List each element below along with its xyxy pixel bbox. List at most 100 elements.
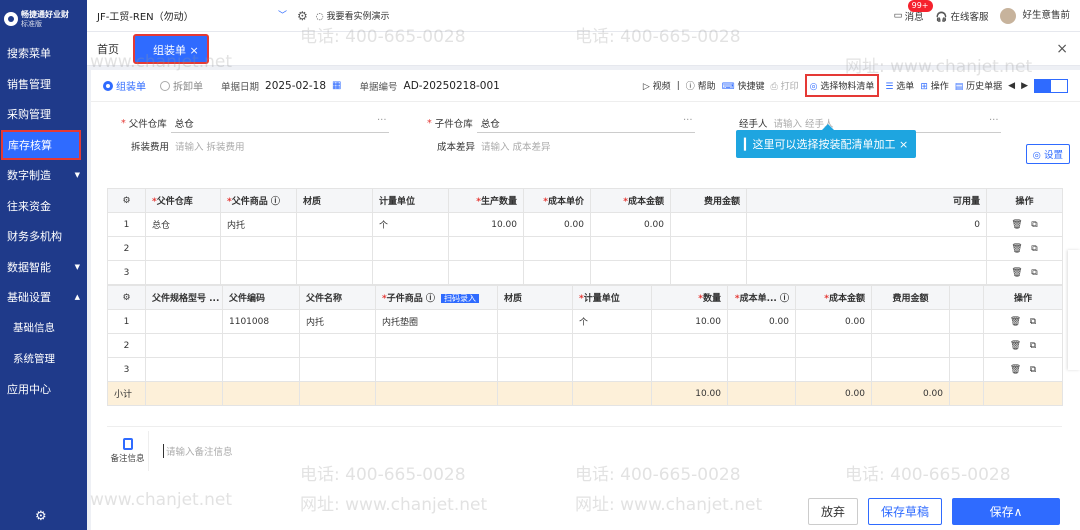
table-cell[interactable]: 0: [746, 212, 987, 237]
delete-icon[interactable]: 🗑: [1010, 365, 1021, 375]
select-bom-button[interactable]: ◎ 选择物料清单: [804, 74, 880, 97]
table-cell[interactable]: [220, 236, 297, 261]
copy-icon[interactable]: ⧉: [1030, 341, 1036, 351]
table-cell[interactable]: [299, 357, 376, 382]
tab-assembly[interactable]: 组装单 ×: [133, 33, 209, 64]
row-number[interactable]: 3: [107, 260, 146, 285]
list-view-icon[interactable]: [1035, 79, 1051, 92]
table-cell[interactable]: [448, 236, 524, 261]
table-cell[interactable]: [590, 260, 671, 285]
more-icon[interactable]: ···: [377, 115, 387, 126]
table-cell[interactable]: [670, 212, 747, 237]
next-icon[interactable]: ▶: [1021, 81, 1028, 91]
table-cell[interactable]: [572, 333, 652, 358]
table-cell[interactable]: 内托垫圈: [375, 309, 498, 334]
table-cell[interactable]: 0.00: [523, 212, 591, 237]
table-cell[interactable]: [497, 333, 573, 358]
row-number[interactable]: 1: [107, 212, 146, 237]
parent-warehouse-field[interactable]: * 父件仓库 总仓: [121, 116, 194, 131]
copy-icon[interactable]: ⧉: [1030, 317, 1036, 327]
row-number[interactable]: 2: [107, 236, 146, 261]
copy-icon[interactable]: ⧉: [1030, 365, 1036, 375]
table-cell[interactable]: [448, 260, 524, 285]
sidebar-item-10[interactable]: 系统管理: [0, 343, 87, 374]
table-cell[interactable]: [572, 381, 652, 406]
card-view-icon[interactable]: [1051, 80, 1067, 92]
table-cell[interactable]: [651, 357, 728, 382]
assemble-radio[interactable]: 组装单: [103, 78, 146, 93]
table-cell[interactable]: [670, 236, 747, 261]
video-button[interactable]: ▷ 视频: [643, 79, 671, 92]
copy-icon[interactable]: ⧉: [1031, 220, 1037, 230]
account-selector[interactable]: JF-工贸-REN（勿动） ﹀: [97, 8, 287, 23]
copy-icon[interactable]: ⧉: [1031, 244, 1037, 254]
sidebar-item-5[interactable]: 往来资金: [0, 191, 87, 222]
child-warehouse-field[interactable]: * 子件仓库 总仓: [427, 116, 500, 131]
table-cell[interactable]: 10.00: [651, 381, 728, 406]
table-cell[interactable]: [296, 212, 373, 237]
table-cell[interactable]: [871, 357, 950, 382]
service-button[interactable]: 🎧 在线客服: [936, 9, 989, 23]
shortcut-button[interactable]: ⌨ 快捷键: [722, 79, 765, 92]
table-cell[interactable]: [523, 236, 591, 261]
table-cell[interactable]: [296, 260, 373, 285]
table-cell[interactable]: [949, 309, 984, 334]
column-settings-icon[interactable]: ⚙: [107, 285, 146, 310]
demo-link[interactable]: ◌ 我要看实例演示: [316, 9, 390, 22]
row-number[interactable]: 2: [107, 333, 146, 358]
delete-icon[interactable]: 🗑: [1011, 268, 1022, 278]
table-cell[interactable]: [983, 381, 1063, 406]
sidebar-item-8[interactable]: 基础设置 ▲: [0, 282, 87, 313]
table-cell[interactable]: [497, 309, 573, 334]
print-button[interactable]: ⎙ 打印: [771, 79, 799, 92]
table-cell[interactable]: 0.00: [871, 381, 950, 406]
table-cell[interactable]: [651, 333, 728, 358]
table-cell[interactable]: [220, 260, 297, 285]
doc-no-field[interactable]: AD-20250218-001: [404, 80, 500, 92]
table-cell[interactable]: [299, 381, 376, 406]
gear-icon[interactable]: ⚙: [35, 509, 47, 524]
table-cell[interactable]: [145, 236, 221, 261]
table-cell[interactable]: [375, 381, 498, 406]
table-cell[interactable]: [375, 333, 498, 358]
table-cell[interactable]: [145, 357, 223, 382]
table-cell[interactable]: 个: [372, 212, 449, 237]
sidebar-item-2[interactable]: 采购管理: [0, 99, 87, 130]
table-cell[interactable]: [523, 260, 591, 285]
table-cell[interactable]: [795, 333, 872, 358]
delete-icon[interactable]: 🗑: [1010, 341, 1021, 351]
table-cell[interactable]: [871, 333, 950, 358]
view-switch[interactable]: [1034, 78, 1068, 93]
table-cell[interactable]: [949, 333, 984, 358]
history-button[interactable]: ▤ 历史单据: [955, 79, 1002, 92]
calendar-icon[interactable]: ▦: [332, 80, 341, 91]
table-cell[interactable]: [497, 357, 573, 382]
scan-entry-button[interactable]: 扫码录入: [441, 294, 480, 303]
help-button[interactable]: ⓘ 帮助: [686, 79, 716, 92]
sidebar-item-1[interactable]: 销售管理: [0, 69, 87, 100]
table-cell[interactable]: [590, 236, 671, 261]
table-cell[interactable]: [572, 357, 652, 382]
sidebar-item-3[interactable]: 库存核算: [1, 129, 81, 160]
table-cell[interactable]: [949, 357, 984, 382]
table-cell[interactable]: [727, 357, 796, 382]
messages-button[interactable]: ▭ 99+ 消息: [894, 0, 933, 23]
table-cell[interactable]: 内托: [220, 212, 297, 237]
subtotal-label[interactable]: 小计: [107, 381, 146, 406]
table-cell[interactable]: 0.00: [590, 212, 671, 237]
side-tool-rail[interactable]: [1068, 250, 1080, 370]
table-cell[interactable]: 内托: [299, 309, 376, 334]
save-button[interactable]: 保存∧: [952, 498, 1060, 525]
table-cell[interactable]: 10.00: [651, 309, 728, 334]
table-cell[interactable]: [795, 357, 872, 382]
table-cell[interactable]: [145, 381, 223, 406]
handler-field[interactable]: 经手人 请输入 经手人: [739, 116, 834, 130]
row-number[interactable]: 3: [107, 357, 146, 382]
table-cell[interactable]: [746, 260, 987, 285]
table-cell[interactable]: [222, 381, 300, 406]
table-cell[interactable]: [949, 381, 984, 406]
close-icon[interactable]: ×: [1056, 41, 1068, 57]
table-cell[interactable]: [375, 357, 498, 382]
settings-button[interactable]: ◎ 设置: [1025, 144, 1070, 164]
user-menu[interactable]: 好生意售前: [1000, 7, 1070, 24]
